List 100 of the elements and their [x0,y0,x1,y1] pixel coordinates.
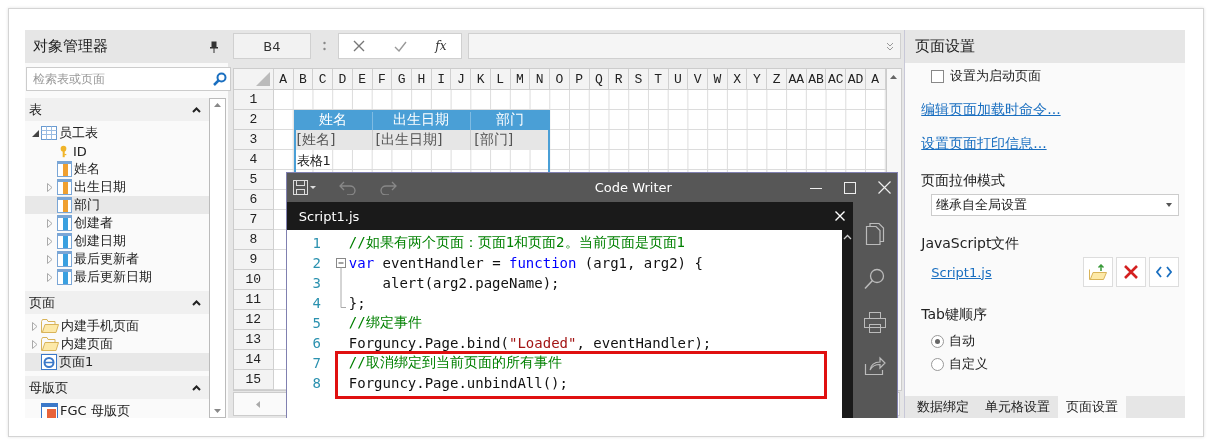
print-icon[interactable] [862,312,887,334]
column-header[interactable]: O [550,69,570,90]
scrollbar[interactable] [208,98,226,418]
scroll-up-icon[interactable] [842,234,852,240]
check-icon[interactable] [393,40,407,52]
column-header[interactable]: K [471,69,491,90]
tree-item-label: 最后更新者 [74,250,139,268]
row-header[interactable]: 3 [233,130,274,150]
collapsed-arrow-icon[interactable] [32,321,38,331]
row-header[interactable]: 12 [233,310,274,330]
radio-button[interactable] [931,334,945,348]
checkbox[interactable] [931,69,945,83]
line-number: 6 [311,335,321,351]
radio-button[interactable] [931,357,945,371]
column-header[interactable]: S [629,69,649,90]
collapsed-arrow-icon[interactable] [47,182,53,192]
formula-field[interactable] [467,33,902,59]
save-icon[interactable] [292,179,317,196]
close-icon[interactable] [877,181,891,194]
row-header[interactable]: 13 [233,330,274,350]
panel-title: 页面设置 [915,37,976,56]
row-header[interactable]: 1 [233,90,274,110]
search-icon[interactable] [863,268,886,290]
cancel-icon[interactable] [353,40,366,52]
edit-code-button[interactable] [1149,257,1179,287]
scroll-up-icon[interactable] [889,73,899,81]
tree-item[interactable]: 出生日期 [25,178,209,196]
pin-icon[interactable] [209,40,218,53]
column-header[interactable]: G [392,69,412,90]
copy-icon[interactable] [864,222,885,246]
file-tab[interactable]: Script1.js [298,208,360,224]
tab[interactable]: 页面设置 [1058,396,1127,418]
grip-icon[interactable] [322,40,326,52]
expanded-arrow-icon[interactable] [31,129,39,137]
share-icon[interactable] [863,356,886,376]
code-line: Forguncy.Page.unbindAll(); [348,375,568,391]
dropdown[interactable]: 继承自全局设置 [931,194,1179,216]
tree-item[interactable]: 页面1 [25,353,209,371]
delete-button[interactable] [1116,257,1146,287]
tree-item[interactable]: 内建页面 [25,335,209,353]
tree-item[interactable]: 创建者 [25,214,209,232]
tree-item-label: 内建页面 [61,335,113,353]
table-cell: [姓名] [293,130,373,150]
search-field[interactable]: 检索表或页面 [26,67,231,91]
tree-item[interactable]: 员工表 [25,124,209,142]
maximize-icon[interactable] [843,181,856,194]
insert-function-button[interactable]: fx [435,39,447,53]
tab[interactable]: 单元格设置 [977,396,1059,418]
row-header[interactable]: 5 [233,170,274,190]
redo-icon[interactable] [378,180,397,195]
checkbox-label: 设置为启动页面 [950,67,1042,85]
row-header[interactable]: 11 [233,290,274,310]
column-header[interactable]: R [609,69,630,90]
tree-item[interactable]: 内建手机页面 [25,317,209,335]
row-header[interactable]: 4 [233,150,274,170]
tree-item[interactable]: ID [25,142,209,160]
folder-icon [41,337,59,351]
tree-item[interactable]: FGC 母版页 [25,402,209,418]
collapsed-arrow-icon[interactable] [47,272,53,282]
scroll-left-icon[interactable] [253,399,262,409]
row-header[interactable]: 15 [233,370,274,390]
row-header[interactable]: 14 [233,350,274,370]
collapsed-arrow-icon[interactable] [47,236,53,246]
row-header[interactable]: 2 [233,110,274,130]
expand-icon[interactable] [886,41,895,51]
tree-item[interactable]: 姓名 [25,160,209,178]
collapsed-arrow-icon[interactable] [47,218,53,228]
column-header[interactable]: Z [767,69,787,90]
column-header[interactable]: N [530,69,551,90]
collapsed-arrow-icon[interactable] [32,339,38,349]
column-header[interactable]: AD [846,69,866,90]
tree-item[interactable]: 创建日期 [25,232,209,250]
column-header[interactable]: D [333,69,353,90]
row-header[interactable]: 7 [233,210,274,230]
link[interactable]: 设置页面打印信息... [921,135,1047,153]
column-header[interactable]: C [313,69,334,90]
file-link[interactable]: Script1.js [931,264,1080,280]
row-header[interactable]: 10 [233,270,274,290]
row-header[interactable]: 6 [233,190,274,210]
link[interactable]: 编辑页面加载时命令... [921,101,1061,119]
row-header[interactable]: 8 [233,230,274,250]
corner-triangle-icon [255,72,270,86]
line-number: 3 [311,275,321,291]
undo-icon[interactable] [338,180,357,195]
tab[interactable]: 数据绑定 [909,396,978,418]
delete-icon [1124,265,1138,279]
system-column-icon [57,233,72,249]
cell-name-box[interactable]: B4 [232,33,311,59]
column-header[interactable]: V [688,69,708,90]
column-header[interactable]: AC [826,69,847,90]
tree-item[interactable]: 最后更新者 [25,250,209,268]
section-header[interactable]: 母版页 [25,376,209,399]
tree-item[interactable]: 部门 [25,196,209,214]
tree-item[interactable]: 最后更新日期 [25,268,209,286]
collapsed-arrow-icon[interactable] [47,254,53,264]
section-header[interactable]: 表 [25,98,209,121]
row-header[interactable]: 9 [233,250,274,270]
column-header[interactable]: Y [747,69,768,90]
column-header[interactable]: J [451,69,472,90]
section-header[interactable]: 页面 [25,291,209,314]
